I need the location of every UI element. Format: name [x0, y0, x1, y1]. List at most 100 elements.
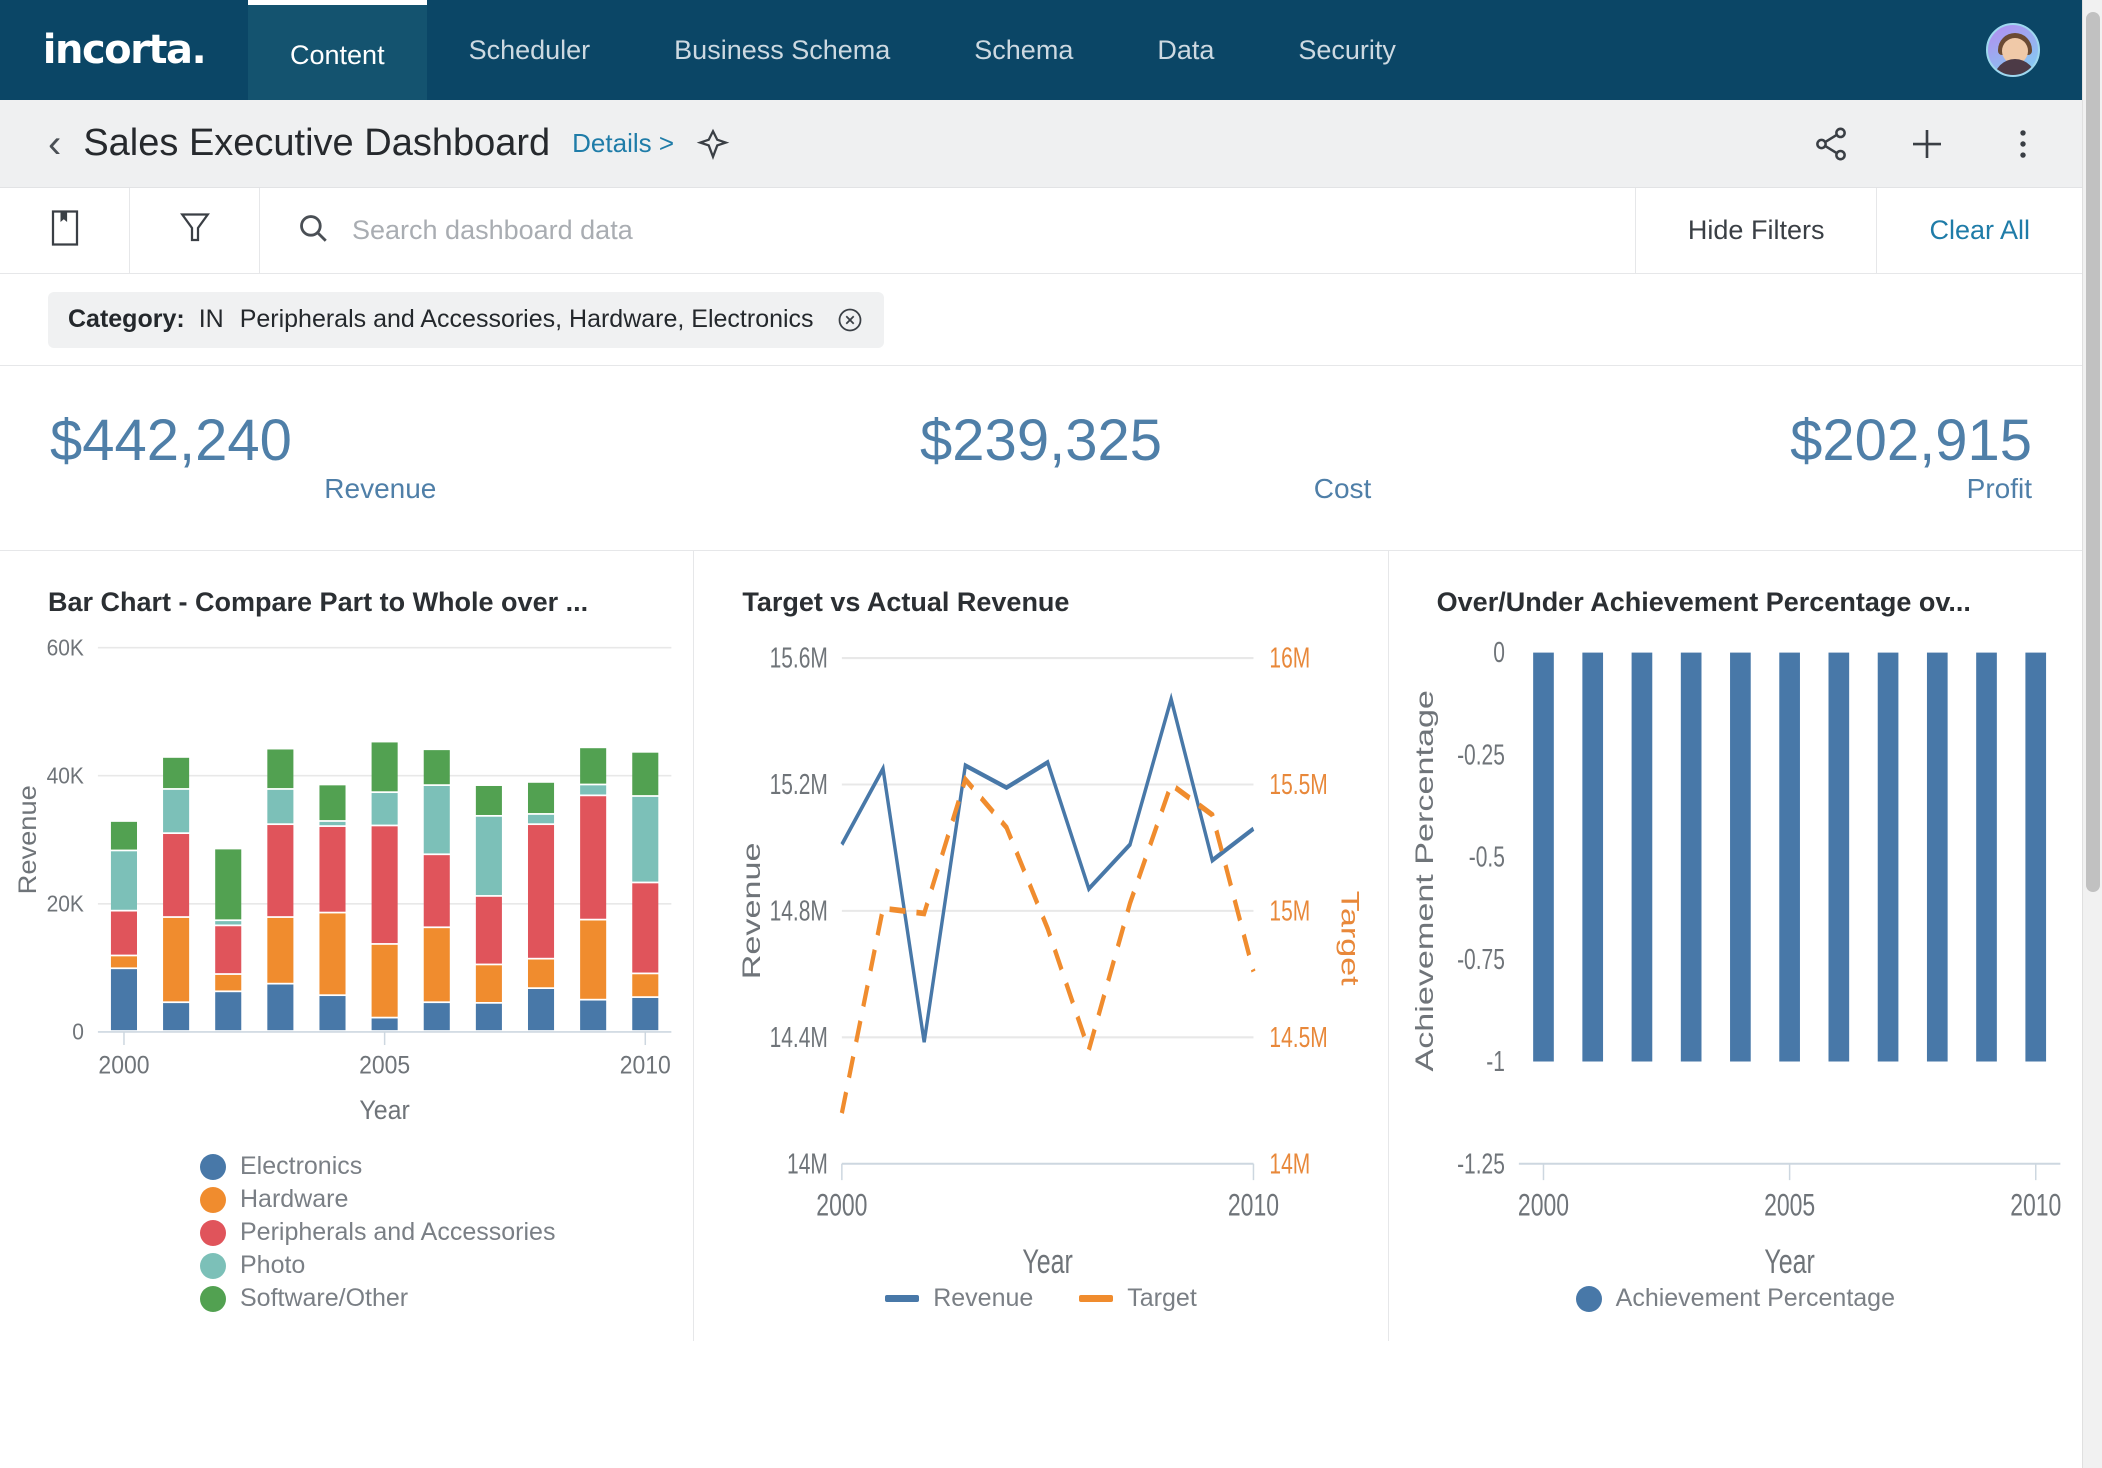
vertical-scrollbar[interactable] [2082, 0, 2102, 1468]
chart-card-stacked-bar[interactable]: Bar Chart - Compare Part to Whole over .… [0, 551, 694, 1341]
chart-legend: Achievement Percentage [1389, 1284, 2082, 1341]
nav-right [1986, 0, 2082, 100]
kpi-value: $239,325 [920, 411, 1162, 472]
svg-text:0: 0 [1493, 637, 1505, 669]
close-circle-icon[interactable] [836, 306, 864, 334]
chart-card-target-vs-actual[interactable]: Target vs Actual Revenue 14M 14.4M 14.8M 15… [694, 551, 1388, 1341]
nav-item-business-schema[interactable]: Business Schema [632, 0, 932, 100]
page-title: Sales Executive Dashboard [83, 122, 550, 165]
svg-text:20K: 20K [47, 891, 85, 917]
applied-filters-row: Category: IN Peripherals and Accessories… [0, 274, 2082, 366]
kpi-label: Profit [1967, 473, 2032, 505]
details-link[interactable]: Details > [572, 128, 674, 159]
svg-text:16M: 16M [1270, 643, 1311, 675]
svg-text:2010: 2010 [2010, 1187, 2061, 1222]
nav-label: Business Schema [674, 35, 890, 66]
bookmark-button[interactable] [0, 188, 130, 273]
svg-text:2010: 2010 [1228, 1187, 1279, 1222]
achievement-bar-svg: 0-0.25-0.5-0.75-1-1.25200020052010YearAc… [1389, 628, 2082, 1284]
svg-text:14.4M: 14.4M [770, 1022, 828, 1054]
legend-swatch [1079, 1295, 1113, 1302]
back-chevron-icon[interactable]: ‹ [48, 124, 61, 164]
filter-chip-category[interactable]: Category: IN Peripherals and Accessories… [48, 292, 884, 348]
legend-item-electronics[interactable]: Electronics [200, 1152, 693, 1181]
chart-plot-area: 14M14.4M14.8M15.2M15.6M14M14.5M15M15.5M1… [694, 628, 1387, 1284]
stacked-bar-plot: 020K40K60K200020052010YearRevenue [13, 634, 671, 1125]
search-icon [296, 211, 330, 250]
nav-item-data[interactable]: Data [1115, 0, 1256, 100]
nav-label: Schema [974, 35, 1073, 66]
legend-label: Peripherals and Accessories [240, 1218, 555, 1247]
chart-title: Bar Chart - Compare Part to Whole over .… [0, 587, 693, 618]
chart-legend: Revenue Target [694, 1284, 1387, 1341]
share-icon[interactable] [1812, 125, 1850, 163]
scrollbar-thumb[interactable] [2086, 12, 2100, 892]
chart-plot-area: 020K40K60K200020052010YearRevenue [0, 628, 693, 1152]
legend-item-target[interactable]: Target [1079, 1284, 1196, 1313]
legend-item-software-other[interactable]: Software/Other [200, 1284, 693, 1313]
bookmark-icon [47, 208, 83, 253]
kpi-profit[interactable]: $202,915 Profit [1371, 411, 2082, 506]
more-vertical-icon[interactable] [2004, 125, 2042, 163]
pin-icon[interactable] [696, 127, 730, 161]
filter-chip-values: Peripherals and Accessories, Hardware, E… [234, 305, 814, 334]
svg-text:2010: 2010 [620, 1051, 671, 1079]
bar-plot: 0-0.25-0.5-0.75-1-1.25200020052010YearAc… [1411, 637, 2061, 1281]
svg-text:2000: 2000 [1518, 1187, 1569, 1222]
add-icon[interactable] [1906, 123, 1948, 165]
legend-swatch [200, 1220, 226, 1246]
svg-text:14M: 14M [1270, 1148, 1311, 1180]
chart-legend: Electronics Hardware Peripherals and Acc… [0, 1152, 693, 1341]
filter-bar-actions: Hide Filters Clear All [1635, 188, 2082, 273]
legend-item-achievement-percentage[interactable]: Achievement Percentage [1576, 1284, 1895, 1313]
filter-chip-operator: IN [195, 305, 224, 334]
dashboard-header: ‹ Sales Executive Dashboard Details > [0, 100, 2082, 188]
svg-text:Year: Year [1764, 1243, 1814, 1281]
incorta-logo[interactable]: incorta. [0, 0, 248, 100]
svg-text:Revenue: Revenue [13, 785, 42, 894]
chart-plot-area: 0-0.25-0.5-0.75-1-1.25200020052010YearAc… [1389, 628, 2082, 1284]
legend-swatch [200, 1286, 226, 1312]
svg-text:15.6M: 15.6M [770, 643, 828, 675]
chart-title: Target vs Actual Revenue [694, 587, 1387, 618]
legend-row: Revenue Target [885, 1284, 1197, 1313]
legend-swatch [1576, 1286, 1602, 1312]
nav-item-scheduler[interactable]: Scheduler [427, 0, 633, 100]
svg-text:-0.75: -0.75 [1457, 944, 1505, 976]
svg-text:14.8M: 14.8M [770, 895, 828, 927]
funnel-icon [177, 208, 213, 253]
legend-item-peripherals-and-accessories[interactable]: Peripherals and Accessories [200, 1218, 693, 1247]
line-plot: 14M14.4M14.8M15.2M15.6M14M14.5M15M15.5M1… [739, 643, 1364, 1282]
app-root: incorta. Content Scheduler Business Sche… [0, 0, 2082, 1468]
legend-item-revenue[interactable]: Revenue [885, 1284, 1033, 1313]
avatar[interactable] [1986, 23, 2040, 77]
svg-text:40K: 40K [47, 763, 85, 789]
legend-item-hardware[interactable]: Hardware [200, 1185, 693, 1214]
nav-item-schema[interactable]: Schema [932, 0, 1115, 100]
kpi-revenue[interactable]: $442,240 Revenue [0, 411, 711, 506]
legend-label: Revenue [933, 1284, 1033, 1313]
filter-button[interactable] [130, 188, 260, 273]
search-input[interactable] [352, 215, 1557, 246]
nav-item-security[interactable]: Security [1256, 0, 1438, 100]
kpi-label: Cost [1314, 473, 1372, 505]
kpi-cost[interactable]: $239,325 Cost [711, 411, 1372, 506]
legend-item-photo[interactable]: Photo [200, 1251, 693, 1280]
legend-label: Electronics [240, 1152, 362, 1181]
svg-text:14.5M: 14.5M [1270, 1022, 1328, 1054]
legend-label: Achievement Percentage [1616, 1284, 1895, 1313]
chart-card-achievement[interactable]: Over/Under Achievement Percentage ov... … [1389, 551, 2082, 1341]
legend-label: Target [1127, 1284, 1196, 1313]
svg-text:15M: 15M [1270, 895, 1311, 927]
clear-all-button[interactable]: Clear All [1876, 188, 2082, 273]
svg-text:0: 0 [72, 1019, 84, 1045]
hide-filters-button[interactable]: Hide Filters [1635, 188, 1877, 273]
nav-item-content[interactable]: Content [248, 0, 427, 100]
brand-text: incorta. [43, 27, 205, 73]
avatar-body [1994, 59, 2036, 77]
svg-text:-1: -1 [1486, 1046, 1505, 1078]
kpi-value: $442,240 [50, 411, 292, 472]
svg-text:2000: 2000 [817, 1187, 868, 1222]
legend-label: Photo [240, 1251, 305, 1280]
svg-text:14M: 14M [787, 1148, 828, 1180]
